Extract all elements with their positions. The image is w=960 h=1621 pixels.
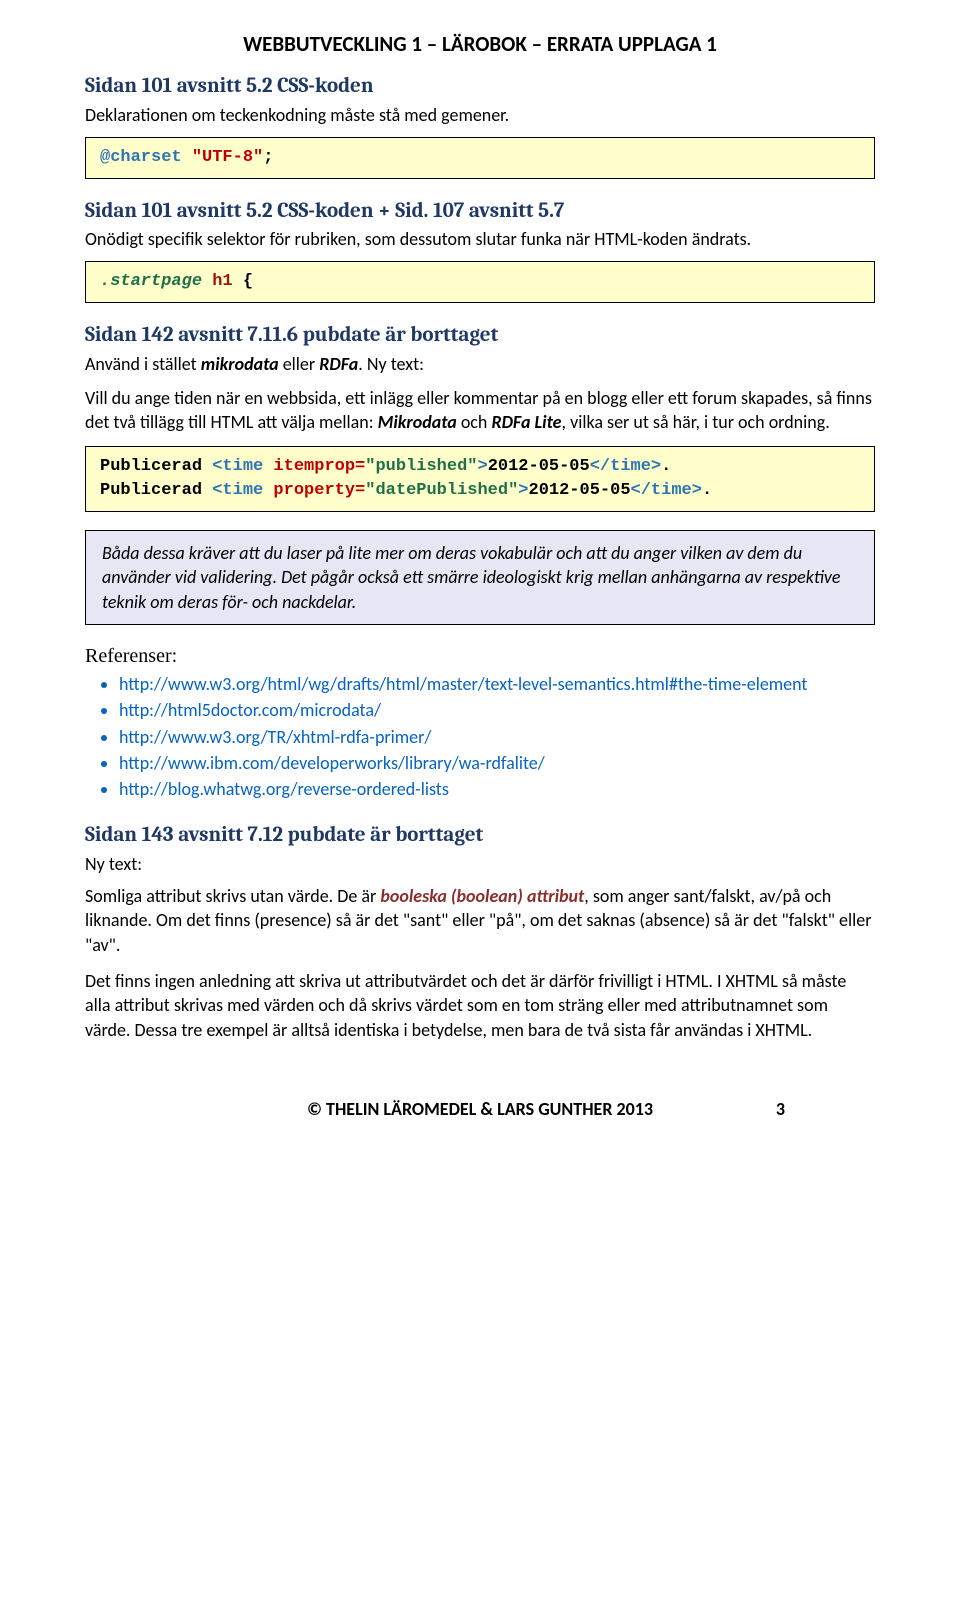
text: och [457, 411, 492, 433]
term-rdfalite: RDFa Lite [491, 411, 561, 433]
code-tag: > [518, 481, 528, 500]
code-text: Publicerad [100, 481, 212, 500]
note-box: Båda dessa kräver att du laser på lite m… [85, 530, 875, 625]
list-item: http://html5doctor.com/microdata/ [119, 698, 875, 722]
term-boolean-attribut: booleska (boolean) attribut [380, 885, 584, 907]
code-time-examples: Publicerad <time itemprop="published">20… [85, 446, 875, 512]
code-rest: { [233, 272, 253, 291]
desc-s101-52-107: Onödigt specifik selektor för rubriken, … [85, 227, 875, 251]
heading-s143-712: Sidan 143 avsnitt 7.12 pubdate är bortta… [85, 821, 875, 849]
text: , vilka ser ut så här, i tur och ordning… [562, 411, 830, 433]
term-mikrodata: mikrodata [201, 353, 279, 375]
list-item: http://www.w3.org/html/wg/drafts/html/ma… [119, 672, 875, 696]
code-attr: property= [263, 481, 365, 500]
reference-link[interactable]: http://www.ibm.com/developerworks/librar… [119, 752, 545, 774]
heading-s142-7116: Sidan 142 avsnitt 7.11.6 pubdate är bort… [85, 321, 875, 349]
code-value: "datePublished" [365, 481, 518, 500]
list-item: http://www.w3.org/TR/xhtml-rdfa-primer/ [119, 725, 875, 749]
para-s142-body: Vill du ange tiden när en webbsida, ett … [85, 386, 875, 435]
text: eller [279, 353, 320, 375]
heading-s101-52: Sidan 101 avsnitt 5.2 CSS-koden [85, 72, 875, 100]
desc-s142-7116: Använd i stället mikrodata eller RDFa. N… [85, 352, 875, 376]
list-item: http://blog.whatwg.org/reverse-ordered-l… [119, 777, 875, 801]
code-tag: </time> [631, 481, 702, 500]
reference-link[interactable]: http://html5doctor.com/microdata/ [119, 699, 381, 721]
code-element: h1 [202, 272, 233, 291]
code-tag: > [477, 457, 487, 476]
text: Somliga attribut skrivs utan värde. De ä… [85, 885, 380, 907]
code-tag: <time [212, 457, 263, 476]
footer-copyright: © THELIN LÄROMEDEL & LARS GUNTHER 2013 [85, 1097, 875, 1121]
para-s143-1: Somliga attribut skrivs utan värde. De ä… [85, 884, 875, 957]
reference-link[interactable]: http://www.w3.org/TR/xhtml-rdfa-primer/ [119, 726, 431, 748]
page-header: WEBBUTVECKLING 1 – LÄROBOK – ERRATA UPPL… [85, 30, 875, 58]
list-item: http://www.ibm.com/developerworks/librar… [119, 751, 875, 775]
code-end: ; [263, 148, 273, 167]
desc-s101-52: Deklarationen om teckenkodning måste stå… [85, 103, 875, 127]
code-tag: <time [212, 481, 263, 500]
term-mikrodata2: Mikrodata [378, 411, 457, 433]
term-rdfa: RDFa [319, 353, 358, 375]
references-list: http://www.w3.org/html/wg/drafts/html/ma… [119, 672, 875, 801]
heading-s101-52-107: Sidan 101 avsnitt 5.2 CSS-koden + Sid. 1… [85, 197, 875, 225]
page-number: 3 [776, 1097, 785, 1121]
code-value: "published" [365, 457, 477, 476]
code-text: . [661, 457, 671, 476]
code-selector: .startpage [100, 272, 202, 291]
reference-link[interactable]: http://blog.whatwg.org/reverse-ordered-l… [119, 778, 449, 800]
code-text: Publicerad [100, 457, 212, 476]
reference-link[interactable]: http://www.w3.org/html/wg/drafts/html/ma… [119, 673, 807, 695]
code-string: "UTF-8" [192, 148, 263, 167]
code-attr: itemprop= [263, 457, 365, 476]
code-text: 2012-05-05 [529, 481, 631, 500]
code-text: 2012-05-05 [488, 457, 590, 476]
subheading-nytext: Ny text: [85, 852, 875, 876]
references-title: Referenser: [85, 643, 875, 670]
code-keyword: @charset [100, 148, 182, 167]
code-text: . [702, 481, 712, 500]
text: . Ny text: [358, 353, 424, 375]
para-s143-2: Det finns ingen anledning att skriva ut … [85, 969, 875, 1042]
code-startpage: .startpage h1 { [85, 261, 875, 303]
code-tag: </time> [590, 457, 661, 476]
code-charset: @charset "UTF-8"; [85, 137, 875, 179]
text: Använd i stället [85, 353, 201, 375]
